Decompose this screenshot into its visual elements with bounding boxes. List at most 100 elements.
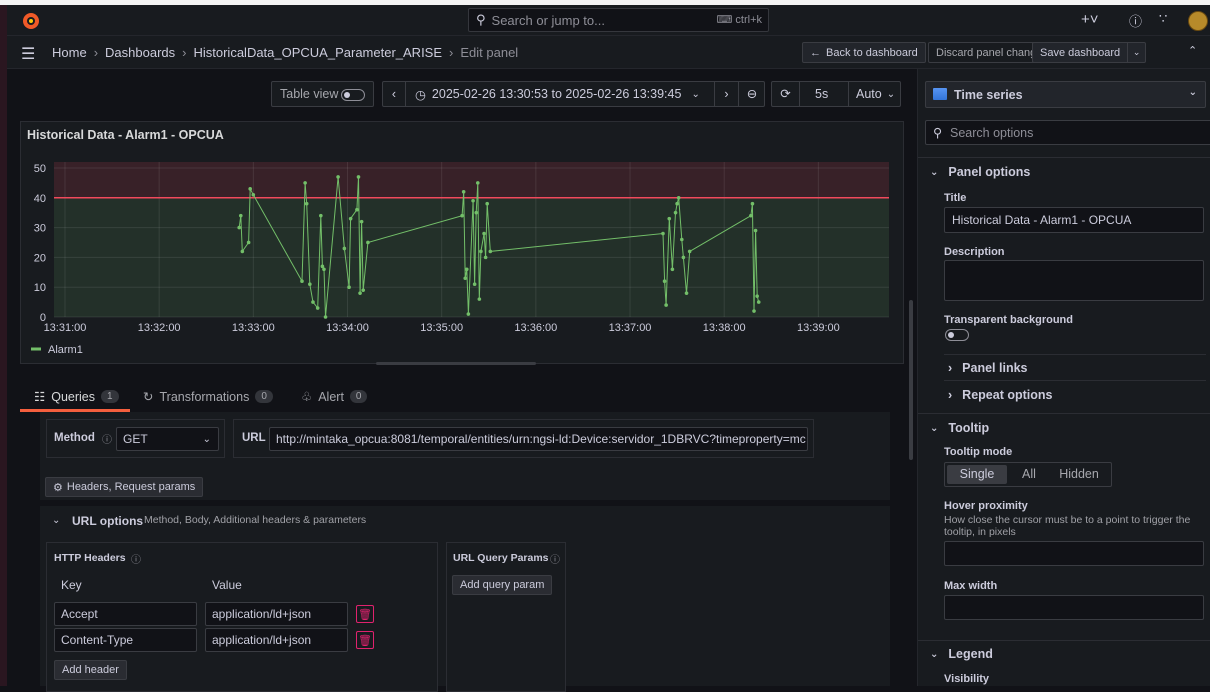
data-point [680, 237, 684, 242]
window-left-strip [0, 5, 7, 686]
data-point [356, 175, 361, 179]
help-icon[interactable]: ⓘ [1129, 11, 1142, 30]
url-options-description: Method, Body, Additional headers & param… [144, 514, 367, 526]
data-point [358, 291, 362, 295]
title-input[interactable]: Historical Data - Alarm1 - OPCUA [944, 207, 1204, 233]
repeat-options-header[interactable]: › Repeat options [948, 388, 1052, 402]
data-point [684, 291, 689, 295]
add-icon[interactable]: +˅ [1081, 11, 1099, 28]
news-rss-icon[interactable]: ∵ [1159, 11, 1167, 27]
legend-header[interactable]: ⌄ Legend [930, 647, 993, 661]
description-textarea[interactable] [944, 260, 1204, 301]
header-value-input[interactable]: application/ld+json [205, 628, 348, 652]
panel-links-header[interactable]: › Panel links [948, 361, 1027, 375]
data-point [482, 231, 486, 236]
chevron-down-icon[interactable]: ⌄ [52, 515, 60, 526]
data-point [749, 213, 753, 218]
header-key-input[interactable]: Accept [54, 602, 197, 626]
splitter-scrollbar[interactable] [909, 300, 913, 460]
delete-header-button[interactable]: 🗑 [356, 631, 374, 649]
max-width-input[interactable] [944, 595, 1204, 620]
header-key-input[interactable]: Content-Type [54, 628, 197, 652]
alert-count: 0 [349, 390, 368, 403]
data-point [472, 282, 477, 287]
data-point [359, 219, 364, 224]
time-series-chart[interactable]: 0102030405013:31:00 13:32:00 13:33:00 13:34… [21, 150, 905, 365]
title-label: Title [944, 192, 967, 204]
transparent-toggle[interactable] [945, 329, 969, 341]
x-tick-label: 13:37:00 [609, 322, 652, 334]
trash-icon: 🗑 [358, 608, 372, 621]
hover-proximity-input[interactable] [944, 541, 1204, 566]
table-view-toggle[interactable]: Table view [271, 81, 374, 107]
data-point [246, 240, 251, 245]
chevron-down-icon: ⌄ [886, 88, 896, 100]
user-avatar[interactable] [1188, 11, 1208, 31]
breadcrumb-home[interactable]: Home [52, 45, 87, 60]
chevron-down-icon: ⌄ [930, 648, 939, 660]
tab-transformations[interactable]: ↻ Transformations 0 [143, 389, 273, 404]
save-dashboard-button[interactable]: Save dashboard ⌄ [1032, 42, 1147, 63]
menu-icon[interactable]: ☰ [21, 44, 35, 64]
zoom-out-icon[interactable]: ⊖ [738, 82, 765, 106]
time-range-label: 2025-02-26 13:30:53 to 2025-02-26 13:39:… [431, 87, 682, 101]
headers-params-button[interactable]: ⚙ Headers, Request params [45, 477, 204, 497]
chevron-down-icon[interactable]: ⌄ [1127, 43, 1145, 62]
tab-alert[interactable]: ♧ Alert 0 [301, 389, 368, 404]
tooltip-mode-single[interactable]: Single [947, 465, 1007, 484]
query-editor: Method ⓘ GET ⌄ URL http://mintaka_opcua:8… [40, 412, 890, 692]
url-options-title[interactable]: URL options [72, 514, 143, 528]
queries-count: 1 [101, 390, 119, 403]
tooltip-header[interactable]: ⌄ Tooltip [930, 421, 989, 435]
header-value-input[interactable]: application/ld+json [205, 602, 348, 626]
chevron-down-icon: ⌄ [202, 433, 211, 445]
data-point [237, 225, 242, 230]
data-point [756, 300, 761, 304]
data-point [687, 249, 692, 254]
table-view-switch[interactable] [341, 89, 365, 101]
data-point [240, 249, 245, 254]
breadcrumb-dashboards[interactable]: Dashboards [105, 45, 175, 60]
tooltip-mode-hidden[interactable]: Hidden [1049, 463, 1109, 486]
collapse-icon[interactable]: ⌃ [1188, 44, 1197, 57]
search-icon: ⚲ [476, 12, 486, 27]
search-shortcut: ⌨ ctrl+k [716, 14, 762, 26]
query-row: Method ⓘ GET ⌄ URL http://mintaka_opcua:8… [40, 412, 890, 500]
nav-bar: ☰ Home › Dashboards › HistoricalData_OPCUA_P… [7, 36, 1210, 69]
query-params-label: URL Query Params [453, 552, 549, 564]
x-tick-label: 13:34:00 [326, 322, 369, 334]
delete-header-button[interactable]: 🗑 [356, 605, 374, 623]
grafana-logo-icon[interactable] [21, 11, 41, 31]
data-point [336, 175, 340, 179]
legend-label: Alarm1 [48, 344, 83, 356]
breadcrumb-dashboard[interactable]: HistoricalData_OPCUA_Parameter_ARISE [193, 45, 442, 60]
refresh-icon[interactable]: ⟳ [772, 82, 800, 106]
url-input[interactable]: http://mintaka_opcua:8081/temporal/entit… [269, 427, 808, 451]
chevron-down-icon: ⌄ [930, 166, 939, 178]
back-to-dashboard-button[interactable]: ← Back to dashboard [802, 42, 926, 63]
x-tick-label: 13:39:00 [797, 322, 840, 334]
visualization-picker[interactable]: Time series ⌄ [925, 81, 1206, 108]
table-view-label: Table view [280, 87, 339, 101]
x-tick-label: 13:31:00 [44, 322, 87, 334]
refresh-interval[interactable]: 5s [815, 87, 828, 101]
data-point [477, 297, 482, 301]
panel-options-header[interactable]: ⌄ Panel options [930, 165, 1030, 179]
method-select[interactable]: GET ⌄ [116, 427, 219, 451]
add-header-button[interactable]: Add header [54, 660, 127, 680]
data-point [355, 207, 359, 212]
auto-select[interactable]: Auto ⌄ [848, 82, 901, 106]
search-bar[interactable]: ⚲ Search or jump to... ⌨ ctrl+k [468, 8, 769, 32]
chevron-down-icon: ⌄ [1188, 87, 1197, 98]
data-point [479, 249, 483, 254]
time-back-icon[interactable]: ‹ [383, 82, 406, 106]
tooltip-mode-all[interactable]: All [1009, 463, 1049, 486]
add-query-param-button[interactable]: Add query param [452, 575, 553, 595]
panel-resize-handle[interactable] [376, 362, 536, 365]
options-search-input[interactable]: ⚲ Search options [925, 120, 1210, 145]
gear-icon: ⚙ [53, 481, 63, 494]
time-forward-icon[interactable]: › [714, 82, 738, 106]
refresh-picker[interactable]: ⟳ 5s Auto ⌄ [771, 81, 901, 107]
tab-queries[interactable]: ☷ Queries 1 [34, 389, 119, 404]
time-range-picker[interactable]: ‹ ◷ 2025-02-26 13:30:53 to 2025-02-26 13… [382, 81, 765, 107]
